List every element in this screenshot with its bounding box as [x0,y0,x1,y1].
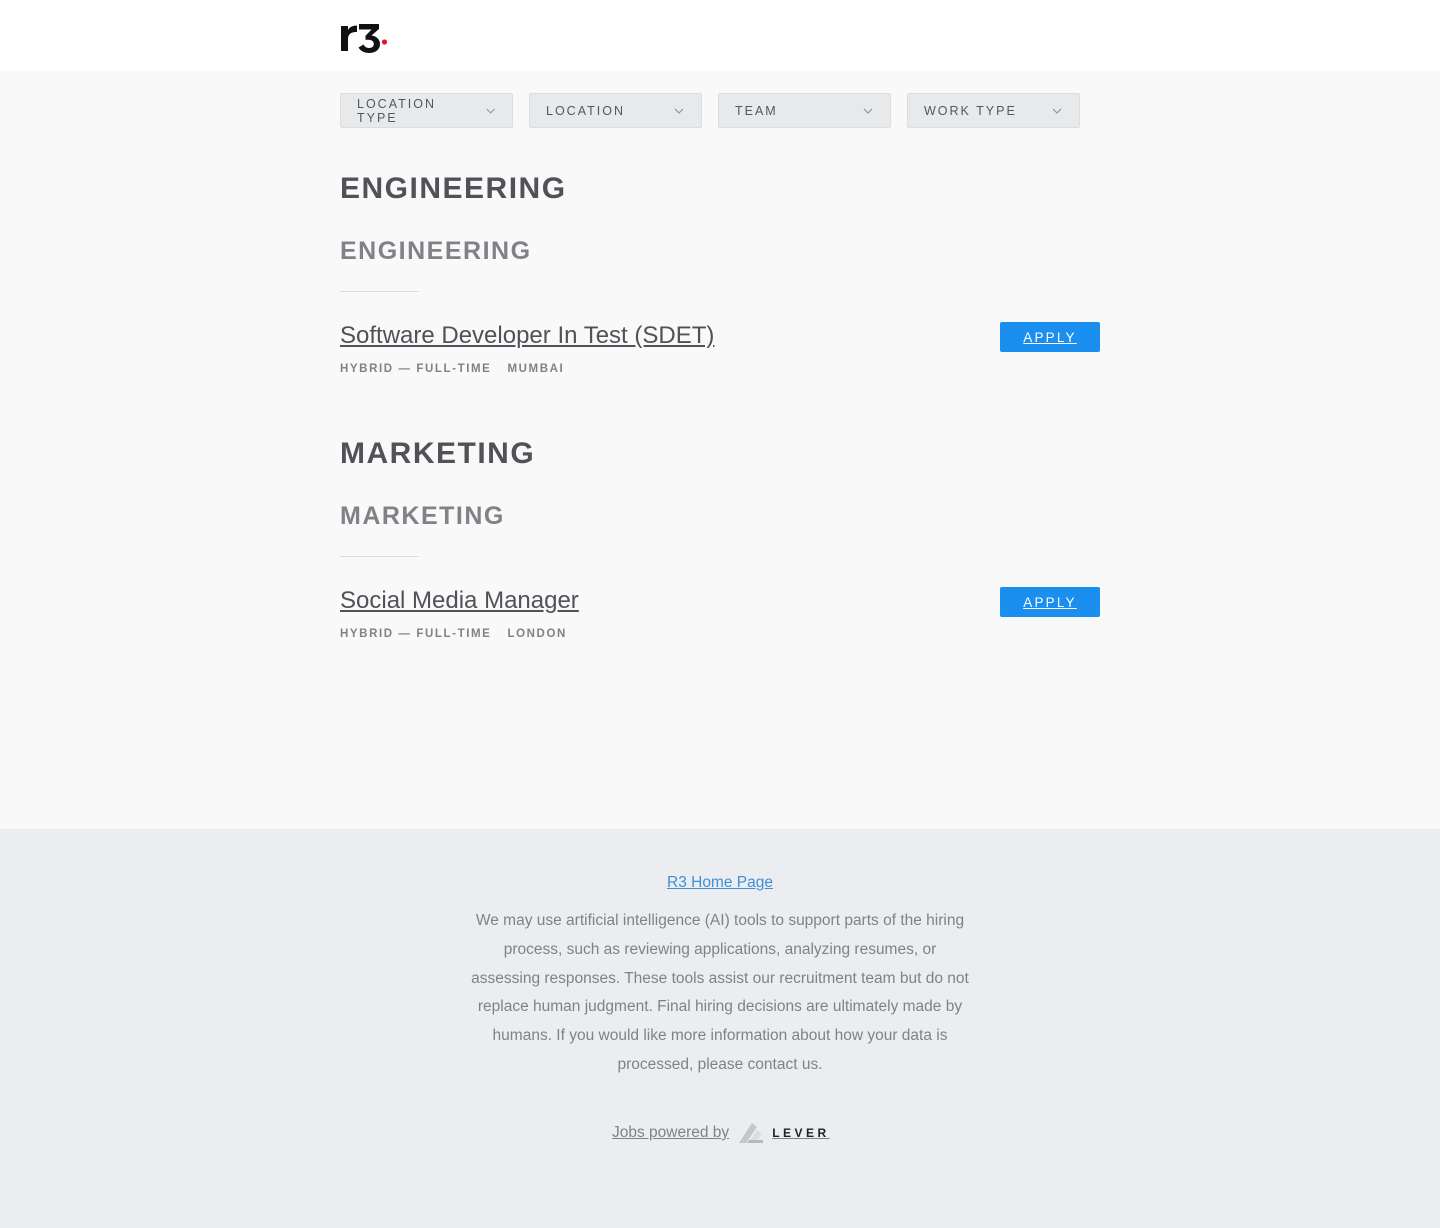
filter-label: WORK TYPE [924,103,1017,118]
r3-logo[interactable] [340,18,390,54]
apply-button-sdet[interactable]: APPLY [1000,322,1100,352]
posting-title-sdet[interactable]: Software Developer In Test (SDET) [340,322,714,350]
filter-location-type[interactable]: LOCATION TYPE [340,93,513,128]
section-title-engineering: ENGINEERING [340,172,567,205]
powered-by-lever-link[interactable]: Jobs powered by LEVER [612,1121,830,1145]
site-footer: R3 Home Page We may use artificial intel… [0,829,1440,1228]
site-header [0,0,1440,71]
posting-location: MUMBAI [507,363,565,375]
posting-title-social-media[interactable]: Social Media Manager [340,587,579,615]
filter-bar: LOCATION TYPE LOCATION TEAM WORK TYPE [340,93,1080,128]
filter-location[interactable]: LOCATION [529,93,702,128]
chevron-down-icon [486,108,495,114]
group-title-engineering: ENGINEERING [340,237,532,265]
filter-team[interactable]: TEAM [718,93,891,128]
lever-wordmark: LEVER [772,1126,830,1140]
filter-label: LOCATION TYPE [357,96,436,125]
chevron-down-icon [674,108,684,114]
apply-button-social-media[interactable]: APPLY [1000,587,1100,617]
filter-label: TEAM [735,103,778,118]
ai-disclaimer: We may use artificial intelligence (AI) … [471,912,969,1073]
posting-meta-social-media: HYBRID — FULL-TIME LONDON [340,628,567,640]
posting-commitment: HYBRID — FULL-TIME [340,628,492,640]
chevron-down-icon [863,108,873,114]
divider [340,556,419,557]
group-title-marketing: MARKETING [340,502,505,530]
posting-location: LONDON [507,628,567,640]
filter-label: LOCATION [546,103,625,118]
posting-commitment: HYBRID — FULL-TIME [340,363,492,375]
lever-logo-icon [739,1123,764,1143]
logo-dot [381,39,388,45]
powered-by-text: Jobs powered by [612,1124,730,1141]
chevron-down-icon [1052,108,1062,114]
section-title-marketing: MARKETING [340,437,536,470]
divider [340,291,419,292]
posting-meta-sdet: HYBRID — FULL-TIME MUMBAI [340,363,564,375]
filter-work-type[interactable]: WORK TYPE [907,93,1080,128]
postings-main: LOCATION TYPE LOCATION TEAM WORK TYPE EN… [0,71,1440,829]
home-page-link[interactable]: R3 Home Page [0,874,1440,892]
